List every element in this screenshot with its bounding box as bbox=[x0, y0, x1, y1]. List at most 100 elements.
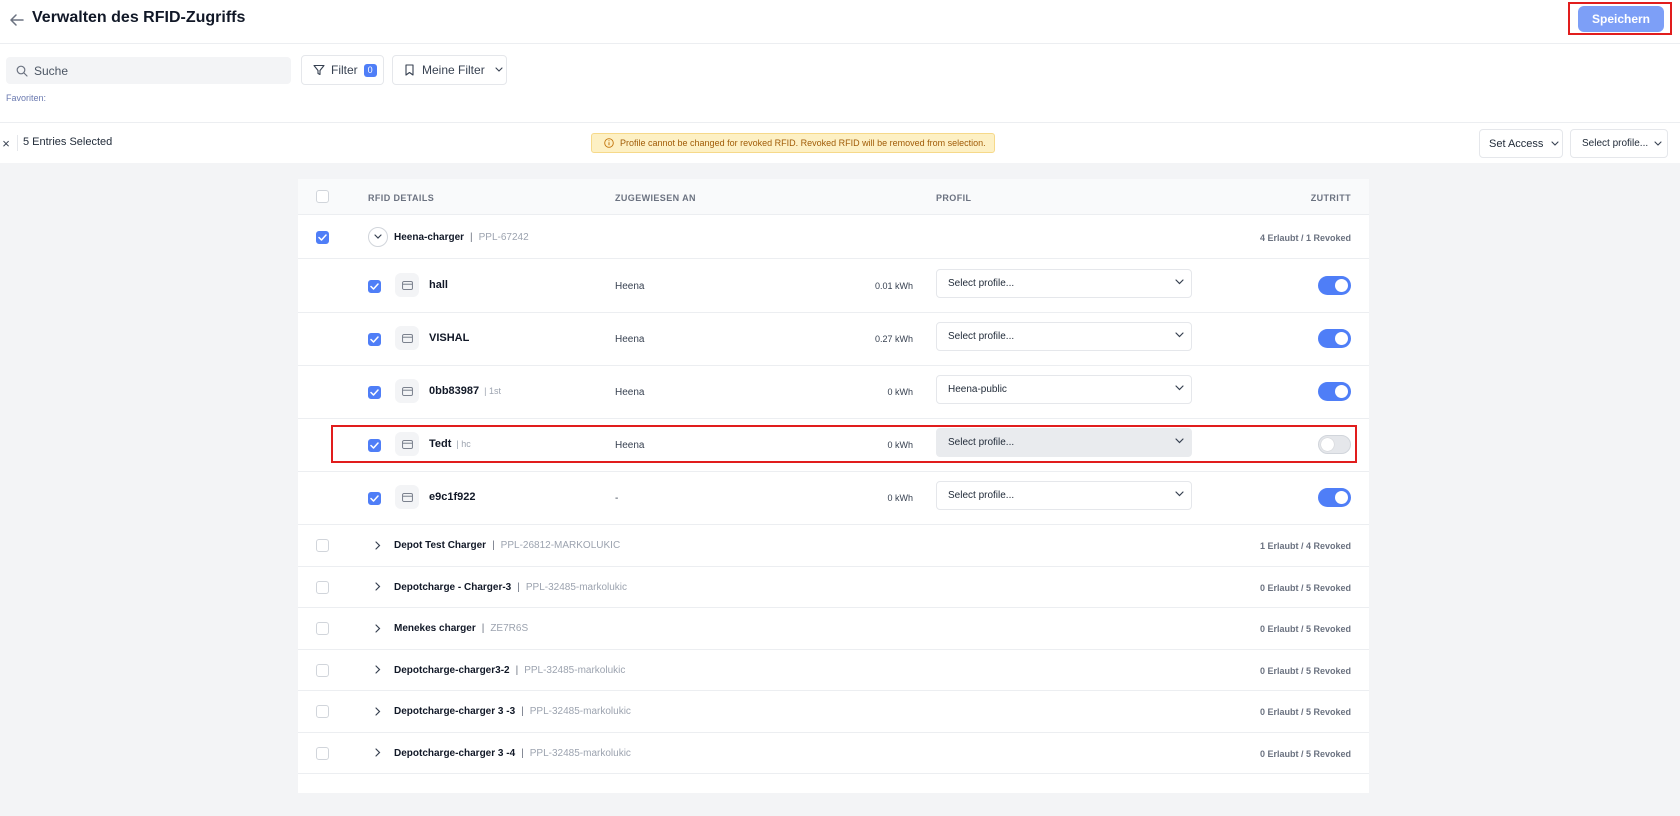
access-toggle[interactable] bbox=[1318, 488, 1351, 507]
table-header: RFID DETAILS ZUGEWIESEN AN PROFIL ZUTRIT… bbox=[298, 179, 1369, 215]
profile-select-value: Select profile... bbox=[948, 278, 1015, 289]
group-row[interactable]: Depotcharge-charger3-2 | PPL-32485-markolu… bbox=[298, 650, 1369, 691]
group-checkbox[interactable] bbox=[316, 539, 329, 552]
rfid-card-icon bbox=[395, 273, 419, 297]
group-row[interactable]: Depotcharge-charger 3 -3 | PPL-32485-marko… bbox=[298, 691, 1369, 733]
group-name: Menekes charger | ZE7R6S bbox=[394, 623, 528, 634]
collapse-chevron-icon[interactable] bbox=[368, 227, 388, 247]
expand-chevron-icon[interactable] bbox=[370, 662, 386, 678]
separator: | bbox=[470, 232, 473, 243]
select-all-checkbox[interactable] bbox=[316, 190, 329, 203]
divider bbox=[17, 135, 18, 151]
row-checkbox[interactable] bbox=[368, 492, 381, 505]
filter-button[interactable]: Filter 0 bbox=[301, 55, 384, 85]
search-box[interactable] bbox=[6, 57, 291, 84]
clear-selection-icon[interactable]: × bbox=[0, 136, 12, 151]
warning-text: Profile cannot be changed for revoked RF… bbox=[620, 138, 986, 148]
access-toggle[interactable] bbox=[1318, 276, 1351, 295]
column-header-profile: PROFIL bbox=[936, 193, 972, 203]
group-row[interactable]: Depot Test Charger | PPL-26812-MARKOLUKIC … bbox=[298, 525, 1369, 567]
bulk-profile-select[interactable]: Select profile... bbox=[1570, 129, 1668, 158]
group-checkbox[interactable] bbox=[316, 231, 329, 244]
row-checkbox[interactable] bbox=[368, 386, 381, 399]
my-filters-label: Meine Filter bbox=[422, 63, 485, 77]
chevron-down-icon bbox=[1175, 332, 1184, 338]
profile-select[interactable]: Select profile... bbox=[936, 269, 1192, 298]
separator: | bbox=[521, 706, 524, 717]
rfid-row: hall Heena 0.01 kWh Select profile... bbox=[298, 260, 1369, 313]
group-id: ZE7R6S bbox=[490, 623, 529, 634]
energy-kwh: 0 kWh bbox=[887, 387, 913, 397]
profile-select-value: Select profile... bbox=[948, 490, 1015, 501]
profile-select[interactable]: Select profile... bbox=[936, 428, 1192, 457]
rfid-name: e9c1f922 bbox=[429, 491, 476, 503]
group-row-expanded[interactable]: Heena-charger | PPL-67242 4 Erlaubt / 1 Re… bbox=[298, 215, 1369, 259]
expand-chevron-icon[interactable] bbox=[370, 537, 386, 553]
group-id: PPL-32485-markolukic bbox=[529, 706, 631, 717]
set-access-label: Set Access bbox=[1489, 137, 1544, 150]
row-checkbox[interactable] bbox=[368, 439, 381, 452]
energy-kwh: 0.27 kWh bbox=[874, 334, 913, 344]
rfid-row: Tedt | hc Heena 0 kWh Select profile... bbox=[298, 419, 1369, 472]
chevron-down-icon bbox=[1175, 385, 1184, 391]
my-filters-button[interactable]: Meine Filter bbox=[392, 55, 507, 85]
row-checkbox[interactable] bbox=[368, 333, 381, 346]
energy-kwh: 0 kWh bbox=[887, 440, 913, 450]
group-checkbox[interactable] bbox=[316, 705, 329, 718]
group-checkbox[interactable] bbox=[316, 622, 329, 635]
bulk-profile-label: Select profile... bbox=[1582, 138, 1649, 149]
rfid-row: VISHAL Heena 0.27 kWh Select profile... bbox=[298, 313, 1369, 366]
group-checkbox[interactable] bbox=[316, 663, 329, 677]
rfid-label: Tedt bbox=[429, 438, 452, 450]
save-button[interactable]: Speichern bbox=[1578, 6, 1664, 32]
toggle-knob bbox=[1335, 279, 1348, 292]
separator: | bbox=[481, 623, 485, 634]
save-button-highlight: Speichern bbox=[1568, 2, 1672, 35]
profile-select-value: Heena-public bbox=[948, 384, 1007, 395]
profile-select[interactable]: Select profile... bbox=[936, 481, 1192, 510]
expand-chevron-icon[interactable] bbox=[370, 745, 386, 761]
search-input[interactable] bbox=[34, 63, 274, 78]
rfid-card-icon bbox=[395, 379, 419, 403]
profile-select-value: Select profile... bbox=[948, 437, 1015, 448]
group-checkbox[interactable] bbox=[316, 746, 329, 760]
access-toggle[interactable] bbox=[1318, 329, 1351, 348]
expand-chevron-icon[interactable] bbox=[370, 703, 386, 719]
search-icon bbox=[16, 65, 28, 77]
back-arrow-icon[interactable] bbox=[6, 9, 28, 31]
energy-kwh: 0 kWh bbox=[887, 493, 913, 503]
toggle-knob bbox=[1335, 332, 1348, 345]
group-checkbox[interactable] bbox=[316, 580, 329, 594]
access-toggle[interactable] bbox=[1318, 382, 1351, 401]
group-row[interactable]: Depotcharge - Charger-3 | PPL-32485-markol… bbox=[298, 567, 1369, 608]
separator: | bbox=[517, 581, 520, 593]
group-id: PPL-26812-MARKOLUKIC bbox=[500, 540, 621, 551]
assigned-to: - bbox=[615, 493, 619, 504]
group-name: Depotcharge - Charger-3 | PPL-32485-markol… bbox=[394, 582, 627, 593]
toggle-knob bbox=[1321, 438, 1334, 451]
warning-banner: Profile cannot be changed for revoked RF… bbox=[591, 133, 995, 153]
set-access-dropdown[interactable]: Set Access bbox=[1479, 129, 1563, 158]
rfid-label: hall bbox=[429, 279, 448, 291]
access-toggle[interactable] bbox=[1318, 435, 1351, 454]
expand-chevron-icon[interactable] bbox=[370, 620, 386, 636]
rfid-table: RFID DETAILS ZUGEWIESEN AN PROFIL ZUTRIT… bbox=[298, 179, 1369, 793]
row-checkbox[interactable] bbox=[368, 280, 381, 293]
group-access-count: 1 Erlaubt / 4 Revoked bbox=[1259, 541, 1351, 551]
selection-count: 5 Entries Selected bbox=[23, 136, 113, 148]
favorites-label: Favoriten: bbox=[6, 93, 47, 103]
group-access-count: 0 Erlaubt / 5 Revoked bbox=[1259, 748, 1351, 759]
profile-select[interactable]: Select profile... bbox=[936, 322, 1192, 351]
group-row[interactable]: Menekes charger | ZE7R6S 0 Erlaubt / 5 Rev… bbox=[298, 608, 1369, 650]
group-title: Depotcharge-charger 3 -4 bbox=[394, 747, 516, 759]
group-access-count: 0 Erlaubt / 5 Revoked bbox=[1259, 665, 1351, 676]
separator: | bbox=[492, 540, 495, 551]
group-access-count: 0 Erlaubt / 5 Revoked bbox=[1259, 707, 1351, 717]
filter-bar: Filter 0 Meine Filter Favoriten: bbox=[0, 44, 1680, 122]
group-name: Depotcharge-charger 3 -4 | PPL-32485-marko… bbox=[394, 748, 631, 759]
rfid-sub-separator: | bbox=[479, 386, 489, 396]
profile-select[interactable]: Heena-public bbox=[936, 375, 1192, 404]
expand-chevron-icon[interactable] bbox=[370, 579, 386, 595]
group-access-count: 0 Erlaubt / 5 Revoked bbox=[1259, 582, 1351, 593]
group-row[interactable]: Depotcharge-charger 3 -4 | PPL-32485-marko… bbox=[298, 733, 1369, 774]
